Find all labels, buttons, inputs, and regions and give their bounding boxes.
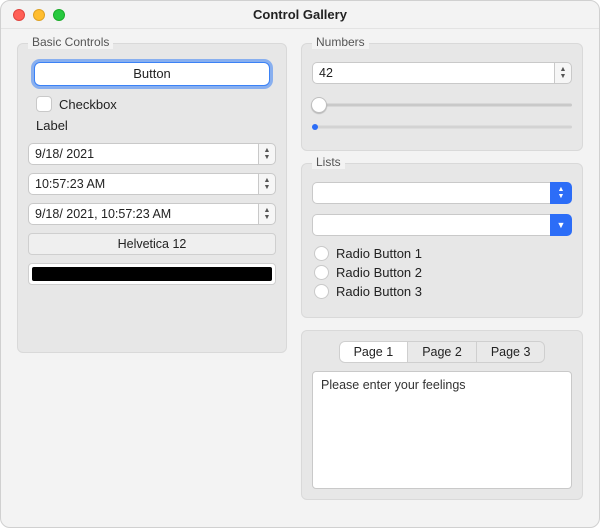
static-label: Label [36,118,268,133]
radio-row-1[interactable]: Radio Button 1 [314,246,570,261]
chevron-up-icon: ▲ [558,186,565,193]
numbers-group: Numbers 42 ▲▼ [301,43,583,151]
number-spinbox[interactable]: 42 ▲▼ [312,62,572,84]
chevron-up-icon[interactable]: ▲ [560,66,567,73]
progress-bar [312,124,572,130]
chevron-down-icon: ▼ [558,193,565,200]
checkbox-label: Checkbox [59,97,117,112]
slider[interactable] [312,96,572,114]
combobox-1-button[interactable]: ▲ ▼ [550,182,572,204]
right-column: Numbers 42 ▲▼ Lists [301,43,583,511]
progress-fill [312,124,318,130]
feelings-textarea[interactable]: Please enter your feelings [312,371,572,489]
checkbox-icon[interactable] [36,96,52,112]
radio-row-3[interactable]: Radio Button 3 [314,284,570,299]
window-title: Control Gallery [1,7,599,22]
app-window: Control Gallery Basic Controls Button Ch… [0,0,600,528]
radio-label-2: Radio Button 2 [336,265,422,280]
group-label-lists: Lists [312,155,345,169]
datetime-picker[interactable]: 9/18/ 2021, 10:57:23 AM ▲▼ [28,203,276,225]
color-button[interactable] [28,263,276,285]
datetime-stepper[interactable]: ▲▼ [258,203,276,225]
tabs-panel: Page 1 Page 2 Page 3 Please enter your f… [301,330,583,500]
time-stepper[interactable]: ▲▼ [258,173,276,195]
group-label-basic: Basic Controls [28,35,113,49]
group-label-numbers: Numbers [312,35,369,49]
chevron-down-icon: ▼ [557,222,566,229]
radio-row-2[interactable]: Radio Button 2 [314,265,570,280]
chevron-up-icon[interactable]: ▲ [264,147,271,154]
number-stepper[interactable]: ▲▼ [554,62,572,84]
font-button[interactable]: Helvetica 12 [28,233,276,255]
combobox-2[interactable]: ▼ [312,214,572,236]
content: Basic Controls Button Checkbox Label 9/1… [1,29,599,527]
left-column: Basic Controls Button Checkbox Label 9/1… [17,43,287,511]
combobox-2-input[interactable] [312,214,550,236]
combobox-1[interactable]: ▲ ▼ [312,182,572,204]
tab-page-1[interactable]: Page 1 [340,342,409,362]
datetime-input[interactable]: 9/18/ 2021, 10:57:23 AM [28,203,258,225]
combobox-2-button[interactable]: ▼ [550,214,572,236]
demo-button[interactable]: Button [34,62,270,86]
combobox-1-input[interactable] [312,182,550,204]
tab-page-3[interactable]: Page 3 [477,342,545,362]
chevron-down-icon[interactable]: ▼ [560,73,567,80]
time-picker[interactable]: 10:57:23 AM ▲▼ [28,173,276,195]
basic-controls-group: Basic Controls Button Checkbox Label 9/1… [17,43,287,353]
chevron-up-icon[interactable]: ▲ [264,207,271,214]
titlebar[interactable]: Control Gallery [1,1,599,29]
tab-page-2[interactable]: Page 2 [408,342,477,362]
radio-icon[interactable] [314,265,329,280]
radio-label-1: Radio Button 1 [336,246,422,261]
color-swatch-icon [32,267,272,281]
radio-label-3: Radio Button 3 [336,284,422,299]
slider-thumb[interactable] [311,97,327,113]
progress-track [312,126,572,129]
radio-icon[interactable] [314,246,329,261]
tab-bar: Page 1 Page 2 Page 3 [339,341,546,363]
date-picker[interactable]: 9/18/ 2021 ▲▼ [28,143,276,165]
chevron-down-icon[interactable]: ▼ [264,184,271,191]
chevron-up-icon[interactable]: ▲ [264,177,271,184]
slider-track [312,104,572,107]
lists-group: Lists ▲ ▼ ▼ Radio Button 1 [301,163,583,318]
time-input[interactable]: 10:57:23 AM [28,173,258,195]
chevron-down-icon[interactable]: ▼ [264,214,271,221]
date-stepper[interactable]: ▲▼ [258,143,276,165]
checkbox-row[interactable]: Checkbox [36,96,268,112]
date-input[interactable]: 9/18/ 2021 [28,143,258,165]
chevron-down-icon[interactable]: ▼ [264,154,271,161]
radio-icon[interactable] [314,284,329,299]
number-input[interactable]: 42 [312,62,554,84]
